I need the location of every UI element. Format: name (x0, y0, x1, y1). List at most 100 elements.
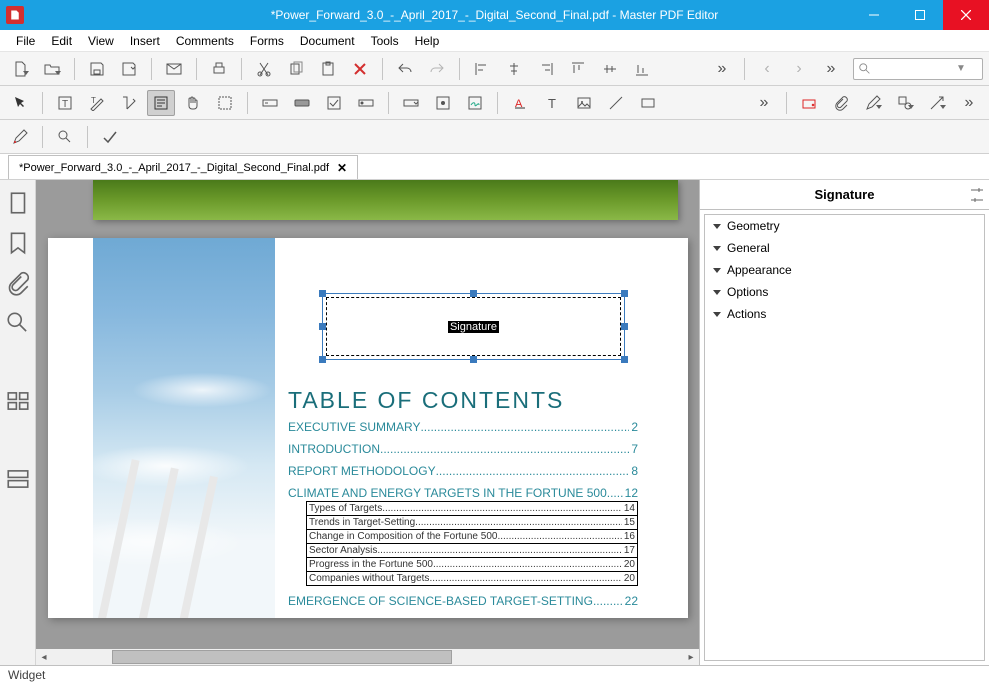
resize-handle-e[interactable] (621, 323, 628, 330)
open-file-button[interactable] (38, 56, 66, 82)
edit-text-tool[interactable]: T (83, 90, 111, 116)
insert-image-tool[interactable] (570, 90, 598, 116)
resize-handle-sw[interactable] (319, 356, 326, 363)
maximize-button[interactable] (897, 0, 943, 30)
scrollbar-thumb[interactable] (112, 650, 452, 664)
checkbox-tool[interactable] (320, 90, 348, 116)
menu-insert[interactable]: Insert (122, 32, 168, 50)
resize-handle-s[interactable] (470, 356, 477, 363)
panel-settings-icon[interactable] (971, 187, 983, 203)
overflow-button-3[interactable]: » (750, 90, 778, 116)
align-right-button[interactable] (532, 56, 560, 82)
search-box[interactable]: ▼ (853, 58, 983, 80)
pages-panel-button[interactable] (5, 190, 31, 216)
edit-document-tool[interactable] (147, 90, 175, 116)
menu-comments[interactable]: Comments (168, 32, 242, 50)
search-dropdown-icon[interactable]: ▼ (956, 63, 966, 74)
attachments-panel-button[interactable] (5, 270, 31, 296)
fields-panel-button[interactable] (5, 388, 31, 414)
copy-button[interactable] (282, 56, 310, 82)
new-file-button[interactable] (6, 56, 34, 82)
edit-forms-tool[interactable] (115, 90, 143, 116)
cut-button[interactable] (250, 56, 278, 82)
scroll-right-icon[interactable]: ▸ (683, 649, 699, 665)
align-middle-button[interactable] (596, 56, 624, 82)
menu-document[interactable]: Document (292, 32, 363, 50)
menu-tools[interactable]: Tools (363, 32, 407, 50)
resize-handle-ne[interactable] (621, 290, 628, 297)
email-button[interactable] (160, 56, 188, 82)
toc-entry: INTRODUCTION............................… (288, 442, 638, 456)
section-geometry[interactable]: Geometry (705, 215, 984, 237)
scroll-left-icon[interactable]: ◂ (36, 649, 52, 665)
signature-widget[interactable]: Signature (322, 293, 625, 360)
line-tool[interactable] (602, 90, 630, 116)
search-panel-button[interactable] (5, 310, 31, 336)
overflow-button-1[interactable]: » (708, 56, 736, 82)
menu-file[interactable]: File (8, 32, 43, 50)
layers-panel-button[interactable] (5, 466, 31, 492)
section-options[interactable]: Options (705, 281, 984, 303)
document-tabs: *Power_Forward_3.0_-_April_2017_-_Digita… (0, 154, 989, 180)
pencil-tool[interactable] (859, 90, 887, 116)
next-button[interactable]: › (785, 56, 813, 82)
align-bottom-button[interactable] (628, 56, 656, 82)
overflow-button-2[interactable]: » (817, 56, 845, 82)
stamp-tool[interactable] (795, 90, 823, 116)
section-general[interactable]: General (705, 237, 984, 259)
horizontal-scrollbar[interactable]: ◂ ▸ (36, 649, 699, 665)
toc-entry: Companies without Targets...............… (306, 572, 638, 586)
text-select-tool[interactable]: T (51, 90, 79, 116)
zoom-tool[interactable] (51, 124, 79, 150)
combobox-tool[interactable] (397, 90, 425, 116)
pointer-tool[interactable] (6, 90, 34, 116)
check-tool[interactable] (96, 124, 124, 150)
redo-button[interactable] (423, 56, 451, 82)
arrow-tool[interactable] (923, 90, 951, 116)
prev-button[interactable]: ‹ (753, 56, 781, 82)
resize-handle-w[interactable] (319, 323, 326, 330)
save-as-button[interactable] (115, 56, 143, 82)
menu-edit[interactable]: Edit (43, 32, 80, 50)
undo-button[interactable] (391, 56, 419, 82)
insert-text-tool[interactable]: T (538, 90, 566, 116)
document-tab[interactable]: *Power_Forward_3.0_-_April_2017_-_Digita… (8, 155, 358, 179)
align-center-h-button[interactable] (500, 56, 528, 82)
section-actions[interactable]: Actions (705, 303, 984, 325)
editor-viewport[interactable]: Signature TABLE OF CONTENTS EXECUTIVE SU… (36, 180, 699, 649)
print-button[interactable] (205, 56, 233, 82)
menu-forms[interactable]: Forms (242, 32, 292, 50)
rectangle-tool[interactable] (634, 90, 662, 116)
radio-tool[interactable] (352, 90, 380, 116)
menu-view[interactable]: View (80, 32, 122, 50)
text-field-tool[interactable] (256, 90, 284, 116)
minimize-button[interactable] (851, 0, 897, 30)
search-input[interactable] (876, 63, 956, 75)
close-button[interactable] (943, 0, 989, 30)
bookmarks-panel-button[interactable] (5, 230, 31, 256)
hand-tool[interactable] (179, 90, 207, 116)
pencil-small-tool[interactable] (6, 124, 34, 150)
select-rect-tool[interactable] (211, 90, 239, 116)
delete-button[interactable] (346, 56, 374, 82)
resize-handle-n[interactable] (470, 290, 477, 297)
resize-handle-nw[interactable] (319, 290, 326, 297)
highlight-tool[interactable]: A (506, 90, 534, 116)
tab-close-icon[interactable]: ✕ (337, 161, 347, 175)
align-top-button[interactable] (564, 56, 592, 82)
document-page[interactable]: Signature TABLE OF CONTENTS EXECUTIVE SU… (48, 238, 688, 618)
paste-button[interactable] (314, 56, 342, 82)
signature-tool[interactable] (461, 90, 489, 116)
resize-handle-se[interactable] (621, 356, 628, 363)
align-left-button[interactable] (468, 56, 496, 82)
signature-widget-label: Signature (448, 321, 499, 333)
menu-help[interactable]: Help (407, 32, 448, 50)
attach-tool[interactable] (827, 90, 855, 116)
overflow-button-4[interactable]: » (955, 90, 983, 116)
listbox-tool[interactable] (429, 90, 457, 116)
shapes-tool[interactable] (891, 90, 919, 116)
section-appearance[interactable]: Appearance (705, 259, 984, 281)
save-button[interactable] (83, 56, 111, 82)
button-field-tool[interactable] (288, 90, 316, 116)
menu-bar: File Edit View Insert Comments Forms Doc… (0, 30, 989, 52)
